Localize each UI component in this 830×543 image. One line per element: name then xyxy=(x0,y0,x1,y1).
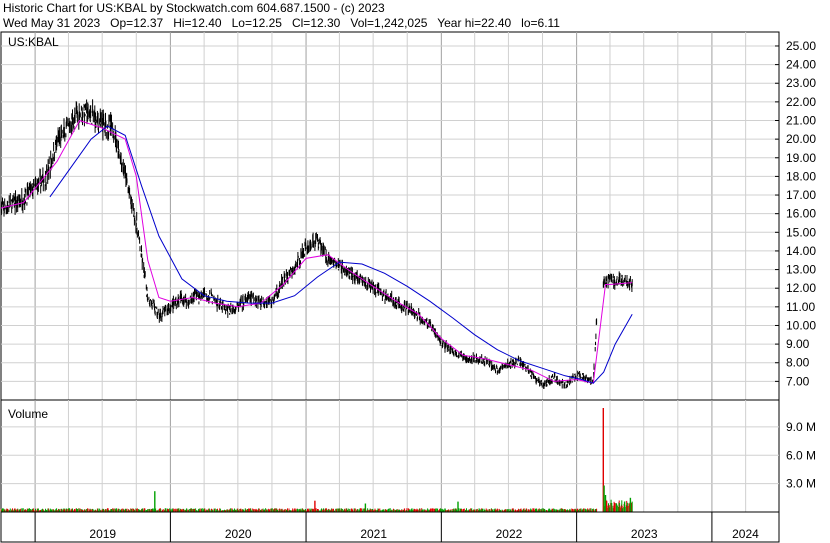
price-y-axis: 7.00 8.00 9.00 10.00 11.00 12.00 13.00 14.00 15.… xyxy=(775,39,816,388)
x-tick-label: 2024 xyxy=(732,527,759,541)
volume-panel-frame xyxy=(0,399,780,513)
price-y-tick-label: 19.00 xyxy=(786,151,816,165)
x-tick-label: 2019 xyxy=(89,527,116,541)
price-y-tick-label: 7.00 xyxy=(786,374,810,388)
price-y-tick-label: 22.00 xyxy=(786,95,816,109)
volume-y-tick-label: 6.0 M xyxy=(786,448,816,462)
price-y-tick-label: 10.00 xyxy=(786,318,816,332)
volume-y-tick-label: 9.0 M xyxy=(786,420,816,434)
chart-stats: Wed May 31 2023 Op=12.37 Hi=12.40 Lo=12.… xyxy=(3,16,560,30)
price-y-tick-label: 14.00 xyxy=(786,244,816,258)
price-y-tick-label: 21.00 xyxy=(786,114,816,128)
price-panel-frame xyxy=(0,31,780,401)
price-y-tick-label: 17.00 xyxy=(786,188,816,202)
price-y-tick-label: 11.00 xyxy=(786,300,815,314)
x-axis: 2019 2020 2021 2022 2023 2024 xyxy=(0,511,780,543)
price-y-tick-label: 8.00 xyxy=(786,356,810,370)
price-y-tick-label: 20.00 xyxy=(786,132,816,146)
price-y-tick-label: 15.00 xyxy=(786,225,816,239)
price-y-tick-label: 16.00 xyxy=(786,207,816,221)
x-axis-frame xyxy=(0,511,780,543)
price-y-tick-label: 25.00 xyxy=(786,39,816,53)
stock-chart: Historic Chart for US:KBAL by Stockwatch… xyxy=(0,1,816,543)
price-panel: 7.00 8.00 9.00 10.00 11.00 12.00 13.00 14.00 15.… xyxy=(0,31,816,401)
price-y-tick-label: 18.00 xyxy=(786,169,816,183)
volume-y-axis: 3.0 M 6.0 M 9.0 M xyxy=(786,420,816,491)
x-tick-label: 2021 xyxy=(360,527,387,541)
chart-title: Historic Chart for US:KBAL by Stockwatch… xyxy=(3,1,385,15)
volume-panel: 3.0 M 6.0 M 9.0 M Volume xyxy=(0,399,816,513)
volume-y-tick-label: 3.0 M xyxy=(786,477,816,491)
price-y-tick-label: 24.00 xyxy=(786,58,816,72)
price-y-tick-label: 13.00 xyxy=(786,263,816,277)
x-tick-label: 2020 xyxy=(225,527,252,541)
x-tick-label: 2022 xyxy=(496,527,523,541)
x-tick-label: 2023 xyxy=(631,527,658,541)
volume-label: Volume xyxy=(8,407,48,421)
price-y-tick-label: 12.00 xyxy=(786,281,816,295)
symbol-label: US:KBAL xyxy=(8,35,59,49)
price-y-tick-label: 9.00 xyxy=(786,337,810,351)
price-y-tick-label: 23.00 xyxy=(786,76,816,90)
